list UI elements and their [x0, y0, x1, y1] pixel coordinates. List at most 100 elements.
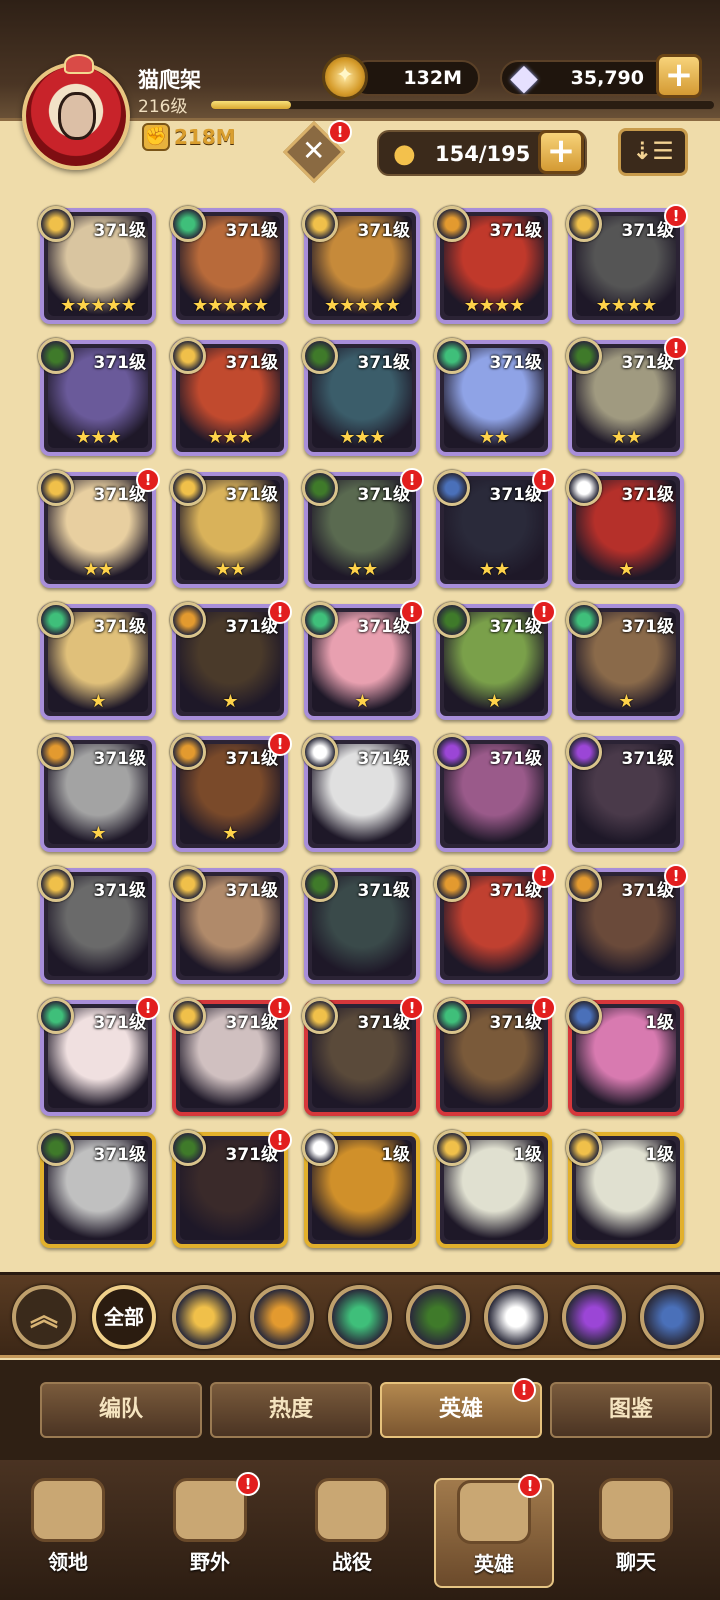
- hero-level: 371级: [93, 221, 147, 241]
- hero-stars: ★: [90, 691, 106, 712]
- tab-3[interactable]: 图鉴: [550, 1382, 712, 1438]
- hero-card[interactable]: 371级 ★★★★★: [302, 206, 420, 324]
- hero-card[interactable]: 371级!: [566, 864, 688, 984]
- hero-card[interactable]: 371级 ★★★★: [434, 206, 552, 324]
- alert-badge-icon: !: [664, 864, 688, 888]
- hero-card[interactable]: 371级 ★★★: [170, 338, 288, 456]
- hero-card[interactable]: 371级: [302, 866, 420, 984]
- hero-stars: ★★: [478, 559, 510, 580]
- nav-label: 战役: [332, 1550, 372, 1574]
- tab-1[interactable]: 热度: [210, 1382, 372, 1438]
- hero-card[interactable]: 371级 ★: [38, 734, 156, 852]
- nav-item-3[interactable]: 英雄!: [434, 1474, 554, 1588]
- add-gems-button[interactable]: +: [656, 54, 702, 98]
- hero-card[interactable]: 371级: [434, 734, 552, 852]
- avatar-face: [58, 92, 96, 140]
- filter-all-button[interactable]: 全部: [92, 1285, 156, 1349]
- hero-level: 1级: [645, 1145, 674, 1165]
- hero-card[interactable]: 1级: [434, 1130, 552, 1248]
- maulers-icon: [170, 734, 206, 770]
- celestial-icon[interactable]: [484, 1285, 548, 1349]
- hypogean-icon[interactable]: [562, 1285, 626, 1349]
- diamond-icon: ◆: [510, 57, 538, 98]
- player-name: 猫爬架: [138, 68, 201, 92]
- hero-card[interactable]: 371级: [170, 866, 288, 984]
- hero-card[interactable]: 1级: [302, 1130, 420, 1248]
- hero-stars: ★★: [346, 559, 378, 580]
- graveborn-icon: [566, 338, 602, 374]
- collapse-up-icon[interactable]: ︽: [12, 1285, 76, 1349]
- hero-card[interactable]: 371级 ★★!: [302, 468, 424, 588]
- nav-item-0[interactable]: 领地: [8, 1478, 128, 1588]
- alert-badge-icon: !: [136, 468, 160, 492]
- dimensional-icon[interactable]: [640, 1285, 704, 1349]
- hero-card[interactable]: 371级: [38, 1130, 156, 1248]
- hero-card[interactable]: 1级: [566, 1130, 684, 1248]
- hero-card[interactable]: 371级 ★★: [434, 338, 552, 456]
- power-display: ✊ 218M: [142, 123, 236, 151]
- nav-item-4[interactable]: 聊天: [576, 1478, 696, 1588]
- add-hero-slots-button[interactable]: +: [538, 130, 584, 174]
- lightbearer-icon: [38, 866, 74, 902]
- tab-0[interactable]: 编队: [40, 1382, 202, 1438]
- hero-card[interactable]: 371级 ★!: [170, 600, 292, 720]
- hero-grid: 371级 ★★★★★ 371级 ★★★★★ 371级 ★★★★★ 371级 ★★★★ 371级 ★…: [32, 200, 692, 1260]
- hero-level: 371级: [621, 485, 675, 505]
- hero-tabs: 编队 热度 英雄! 图鉴: [0, 1360, 720, 1460]
- hero-card[interactable]: 371级 ★★★: [302, 338, 420, 456]
- merge-heroes-button[interactable]: ✕ !: [280, 120, 352, 184]
- wilders-icon: [302, 602, 338, 638]
- hero-card[interactable]: 371级 ★: [566, 470, 684, 588]
- maulers-icon: [566, 866, 602, 902]
- tab-2[interactable]: 英雄!: [380, 1378, 542, 1438]
- hero-card[interactable]: 371级 ★★★★★: [38, 206, 156, 324]
- hero-stars: ★★★★: [463, 295, 526, 316]
- faction-filter-bar: ︽ 全部: [0, 1272, 720, 1358]
- hero-card[interactable]: 371级 ★: [38, 602, 156, 720]
- hero-card[interactable]: 371级 ★: [566, 602, 684, 720]
- hero-card[interactable]: 371级!: [170, 1128, 292, 1248]
- hero-card[interactable]: 371级 ★★★★!: [566, 204, 688, 324]
- hero-card[interactable]: 371级!: [38, 996, 160, 1116]
- hero-card[interactable]: 371级 ★★!: [38, 468, 160, 588]
- hero-card[interactable]: 371级!: [434, 864, 556, 984]
- nav-item-2[interactable]: 战役: [292, 1478, 412, 1588]
- lightbearer-icon: [566, 206, 602, 242]
- sort-button[interactable]: ⇣☰: [618, 128, 688, 176]
- hero-card[interactable]: 371级 ★★!: [566, 336, 688, 456]
- player-avatar[interactable]: [22, 54, 130, 170]
- hero-card[interactable]: 1级: [566, 998, 684, 1116]
- hero-level: 371级: [93, 881, 147, 901]
- hero-stars: ★★: [214, 559, 246, 580]
- hero-card[interactable]: 371级 ★!: [302, 600, 424, 720]
- hero-card[interactable]: 371级 ★!: [170, 732, 292, 852]
- wilders-icon[interactable]: [328, 1285, 392, 1349]
- hero-card[interactable]: 371级 ★★: [170, 470, 288, 588]
- hero-card[interactable]: 371级 ★!: [434, 600, 556, 720]
- hero-card[interactable]: 371级: [566, 734, 684, 852]
- hero-card[interactable]: 371级!: [170, 996, 292, 1116]
- hero-card[interactable]: 371级: [302, 734, 420, 852]
- alert-badge-icon: !: [268, 996, 292, 1020]
- crossed-swords-icon: ✕: [302, 134, 326, 167]
- graveborn-icon[interactable]: [406, 1285, 470, 1349]
- hero-card[interactable]: 371级: [38, 866, 156, 984]
- lightbearer-icon[interactable]: [172, 1285, 236, 1349]
- lightbearer-icon: [38, 206, 74, 242]
- hero-card[interactable]: 371级 ★★★: [38, 338, 156, 456]
- hero-stars: ★★★★: [595, 295, 658, 316]
- alert-badge-icon: !: [532, 600, 556, 624]
- hero-card[interactable]: 371级!: [302, 996, 424, 1116]
- maulers-icon[interactable]: [250, 1285, 314, 1349]
- wilders-icon: [566, 602, 602, 638]
- alert-badge-icon: !: [532, 864, 556, 888]
- hero-card[interactable]: 371级!: [434, 996, 556, 1116]
- hero-card[interactable]: 371级 ★★!: [434, 468, 556, 588]
- hero-card[interactable]: 371级 ★★★★★: [170, 206, 288, 324]
- hero-stars: ★★★★★: [60, 295, 137, 316]
- chat-bubble-icon: [599, 1478, 673, 1542]
- person-icon: ●: [393, 139, 416, 169]
- gold-display[interactable]: 132M: [350, 60, 480, 96]
- nav-item-1[interactable]: 野外!: [150, 1472, 270, 1588]
- wilders-icon: [434, 338, 470, 374]
